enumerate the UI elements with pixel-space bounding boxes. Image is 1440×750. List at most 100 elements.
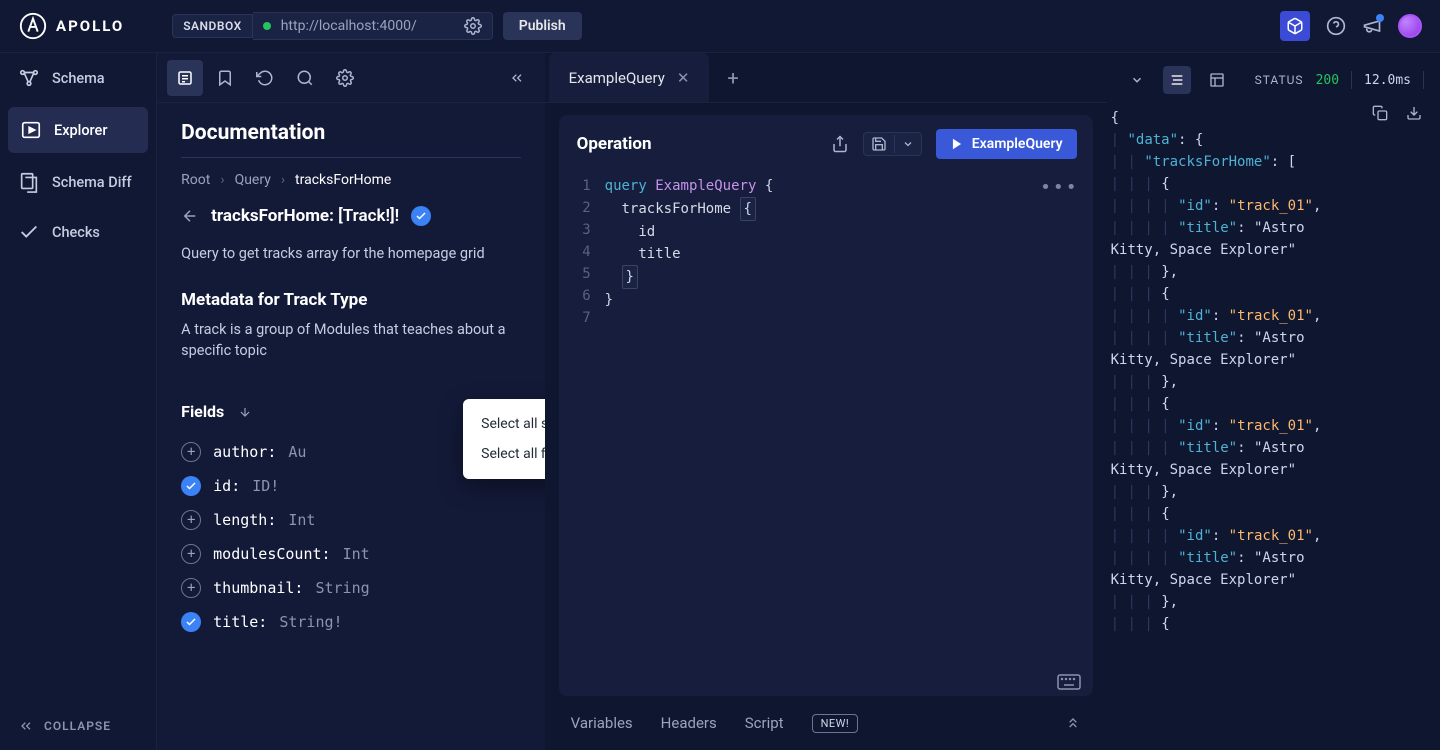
field-add-icon[interactable]: +	[181, 578, 201, 598]
sandbox-badge: SANDBOX	[172, 14, 253, 38]
sidebar-item-checks[interactable]: Checks	[0, 207, 156, 257]
collapse-docs-button[interactable]	[499, 60, 535, 96]
tab-variables[interactable]: Variables	[571, 714, 633, 732]
breadcrumb-query[interactable]: Query	[235, 172, 271, 188]
sidebar-item-label: Checks	[52, 224, 100, 241]
fields-label: Fields	[181, 402, 224, 421]
status-label: STATUS	[1255, 73, 1304, 87]
field-type[interactable]: Int	[288, 511, 315, 529]
operation-column: ExampleQuery ✕ + Operation ExampleQue	[545, 53, 1107, 750]
menu-item-select-recursive[interactable]: Select all fields recursively	[463, 439, 544, 469]
field-type[interactable]: ID!	[252, 477, 279, 495]
field-row[interactable]: + thumbnail: String	[181, 571, 520, 605]
url-input[interactable]: http://localhost:4000/	[253, 12, 493, 40]
docs-body: Documentation Root › Query › tracksForHo…	[157, 103, 544, 639]
sidebar: Schema Explorer Schema Diff Checks COLLA…	[0, 53, 157, 750]
breadcrumb-root[interactable]: Root	[181, 172, 210, 188]
chevron-down-icon[interactable]	[1123, 66, 1151, 94]
response-column: STATUS 200 12.0ms { | "data": { | | "tra…	[1107, 53, 1440, 750]
field-add-icon[interactable]: +	[181, 510, 201, 530]
add-tab-button[interactable]: +	[709, 66, 756, 90]
sidebar-item-label: Schema	[52, 70, 105, 87]
field-type[interactable]: String!	[279, 613, 342, 631]
sidebar-item-schema-diff[interactable]: Schema Diff	[0, 157, 156, 207]
response-body[interactable]: { | "data": { | | "tracksForHome": [ | |…	[1107, 103, 1440, 750]
download-response-icon[interactable]	[1406, 105, 1422, 121]
new-badge: NEW!	[812, 714, 859, 733]
menu-item-select-scalar[interactable]: Select all scalar fields	[463, 409, 544, 439]
type-signature: tracksForHome: [Track!]!	[211, 206, 399, 226]
run-query-button[interactable]: ExampleQuery	[936, 129, 1077, 159]
field-type[interactable]: String	[315, 579, 369, 597]
user-avatar[interactable]	[1398, 14, 1422, 38]
connection-status-dot	[263, 22, 271, 30]
line-gutter: 1234567	[559, 175, 605, 696]
docs-toolbar	[157, 53, 544, 103]
run-button-label: ExampleQuery	[972, 136, 1063, 152]
field-name: author:	[213, 443, 276, 461]
code-editor[interactable]: ••• 1234567 query ExampleQuery { tracksF…	[559, 171, 1093, 696]
breadcrumb: Root › Query › tracksForHome	[181, 158, 520, 202]
url-settings-icon[interactable]	[464, 17, 482, 35]
chevron-down-icon[interactable]	[895, 135, 921, 153]
topbar: APOLLO SANDBOX http://localhost:4000/ Pu…	[0, 0, 1440, 53]
code-content: query ExampleQuery { tracksForHome { id …	[605, 175, 1093, 696]
field-row[interactable]: +modulesCount: Int	[181, 537, 520, 571]
field-add-icon[interactable]: +	[181, 442, 201, 462]
copy-response-icon[interactable]	[1372, 105, 1388, 121]
bookmark-button[interactable]	[207, 60, 243, 96]
collapse-sidebar-button[interactable]: COLLAPSE	[0, 702, 156, 750]
type-signature-row: tracksForHome: [Track!]!	[181, 202, 520, 236]
url-text: http://localhost:4000/	[281, 18, 417, 34]
play-icon	[950, 137, 964, 151]
response-time: 12.0ms	[1364, 73, 1411, 88]
back-arrow-icon[interactable]	[181, 207, 199, 225]
documentation-panel: Documentation Root › Query › tracksForHo…	[157, 53, 544, 750]
more-menu-icon[interactable]: •••	[1040, 177, 1079, 199]
field-name: thumbnail:	[213, 579, 303, 597]
help-icon[interactable]	[1326, 16, 1346, 36]
apollo-logo-icon	[18, 11, 48, 41]
docs-view-button[interactable]	[167, 60, 203, 96]
response-view-table-icon[interactable]	[1203, 66, 1231, 94]
share-icon[interactable]	[831, 135, 849, 153]
breadcrumb-current: tracksForHome	[295, 172, 391, 188]
sort-arrow-icon[interactable]	[238, 405, 252, 419]
metadata-description: A track is a group of Modules that teach…	[181, 318, 520, 381]
field-name: tracksForHome:	[211, 206, 334, 226]
operation-tab[interactable]: ExampleQuery ✕	[549, 53, 710, 102]
keyboard-shortcuts-icon[interactable]	[1057, 674, 1081, 690]
explorer-icon	[20, 119, 42, 141]
sidebar-item-schema[interactable]: Schema	[0, 53, 156, 103]
save-operation-button[interactable]	[863, 132, 922, 156]
response-json: { | "data": { | | "tracksForHome": [ | |…	[1111, 107, 1428, 635]
sidebar-item-label: Schema Diff	[52, 174, 132, 191]
field-row[interactable]: title: String!	[181, 605, 520, 639]
field-return-type[interactable]: [Track!]!	[338, 206, 399, 226]
tab-script[interactable]: Script	[745, 714, 784, 732]
field-type[interactable]: Int	[343, 545, 370, 563]
sidebar-item-explorer[interactable]: Explorer	[8, 107, 148, 153]
field-name: length:	[213, 511, 276, 529]
tab-headers[interactable]: Headers	[661, 714, 717, 732]
check-icon	[18, 221, 40, 243]
studio-icon[interactable]	[1280, 11, 1310, 41]
search-button[interactable]	[287, 60, 323, 96]
close-tab-icon[interactable]: ✕	[677, 69, 690, 87]
field-selected-icon[interactable]	[181, 476, 201, 496]
diff-icon	[18, 171, 40, 193]
publish-button[interactable]: Publish	[503, 12, 582, 40]
response-view-json-icon[interactable]	[1163, 66, 1191, 94]
brand-logo: APOLLO	[18, 11, 124, 41]
settings-button[interactable]	[327, 60, 363, 96]
field-selected-icon[interactable]	[181, 612, 201, 632]
history-button[interactable]	[247, 60, 283, 96]
announcements-icon[interactable]	[1362, 16, 1382, 36]
chevron-right-icon: ›	[220, 172, 224, 188]
expand-bottom-icon[interactable]	[1065, 715, 1081, 731]
field-add-icon[interactable]: +	[181, 544, 201, 564]
field-type[interactable]: Au	[288, 443, 306, 461]
operation-tabs: ExampleQuery ✕ +	[545, 53, 1107, 103]
divider	[1351, 71, 1352, 89]
field-row[interactable]: + length: Int	[181, 503, 520, 537]
